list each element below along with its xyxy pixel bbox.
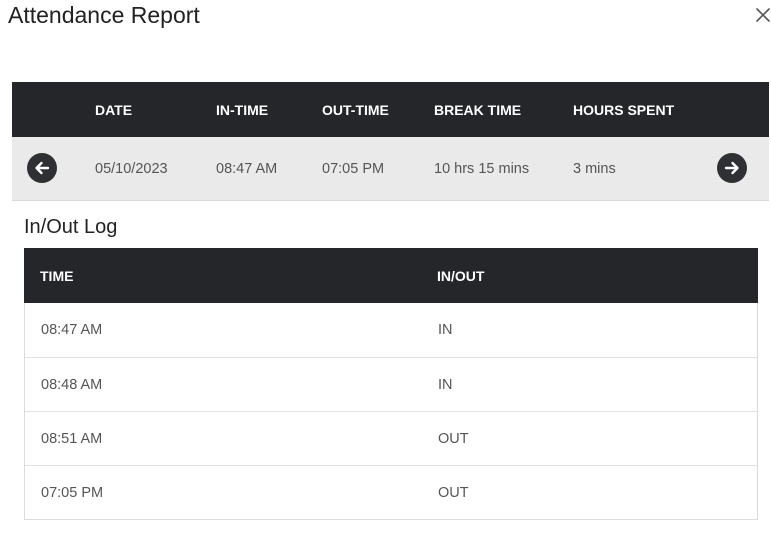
arrow-left-icon xyxy=(35,161,50,175)
log-row: 08:48 AM IN xyxy=(25,357,757,411)
log-row: 07:05 PM OUT xyxy=(25,465,757,519)
summary-break-time: 10 hrs 15 mins xyxy=(434,160,530,177)
log-time: 08:48 AM xyxy=(41,376,103,393)
log-time: 07:05 PM xyxy=(41,484,104,501)
log-header: TIME IN/OUT xyxy=(24,248,758,303)
log-in-out: IN xyxy=(438,322,453,338)
summary-row: 05/10/2023 08:47 AM 07:05 PM 10 hrs 15 m… xyxy=(12,137,769,200)
column-header-break-time: BREAK TIME xyxy=(434,101,522,118)
summary-in-time: 08:47 AM xyxy=(216,160,278,177)
column-header-in-time: IN-TIME xyxy=(216,101,269,118)
column-header-time: TIME xyxy=(40,267,74,284)
column-header-in-out: IN/OUT xyxy=(437,267,485,284)
summary-table: DATE IN-TIME OUT-TIME BREAK TIME HOURS S… xyxy=(12,82,769,201)
log-in-out: OUT xyxy=(438,484,469,501)
dialog-title: Attendance Report xyxy=(8,2,200,28)
log-row: 08:47 AM IN xyxy=(25,303,757,357)
log-in-out: IN xyxy=(438,376,453,393)
log-section-title: In/Out Log xyxy=(24,216,118,238)
previous-day-button[interactable] xyxy=(27,153,57,183)
summary-out-time: 07:05 PM xyxy=(322,160,385,177)
summary-hours-spent: 3 mins xyxy=(573,160,616,177)
log-time: 08:51 AM xyxy=(41,430,103,447)
arrow-right-icon xyxy=(724,161,739,175)
column-header-hours-spent: HOURS SPENT xyxy=(573,101,675,118)
log-time: 08:47 AM xyxy=(41,322,103,338)
log-row: 08:51 AM OUT xyxy=(25,411,757,465)
column-header-out-time: OUT-TIME xyxy=(322,101,389,118)
close-icon[interactable] xyxy=(752,4,771,26)
summary-date: 05/10/2023 xyxy=(95,160,168,177)
log-in-out: OUT xyxy=(438,430,469,447)
column-header-date: DATE xyxy=(95,101,133,118)
summary-header: DATE IN-TIME OUT-TIME BREAK TIME HOURS S… xyxy=(12,82,769,137)
next-day-button[interactable] xyxy=(717,153,747,183)
log-table: TIME IN/OUT 08:47 AM IN 08:48 AM IN 08:5… xyxy=(24,248,758,520)
